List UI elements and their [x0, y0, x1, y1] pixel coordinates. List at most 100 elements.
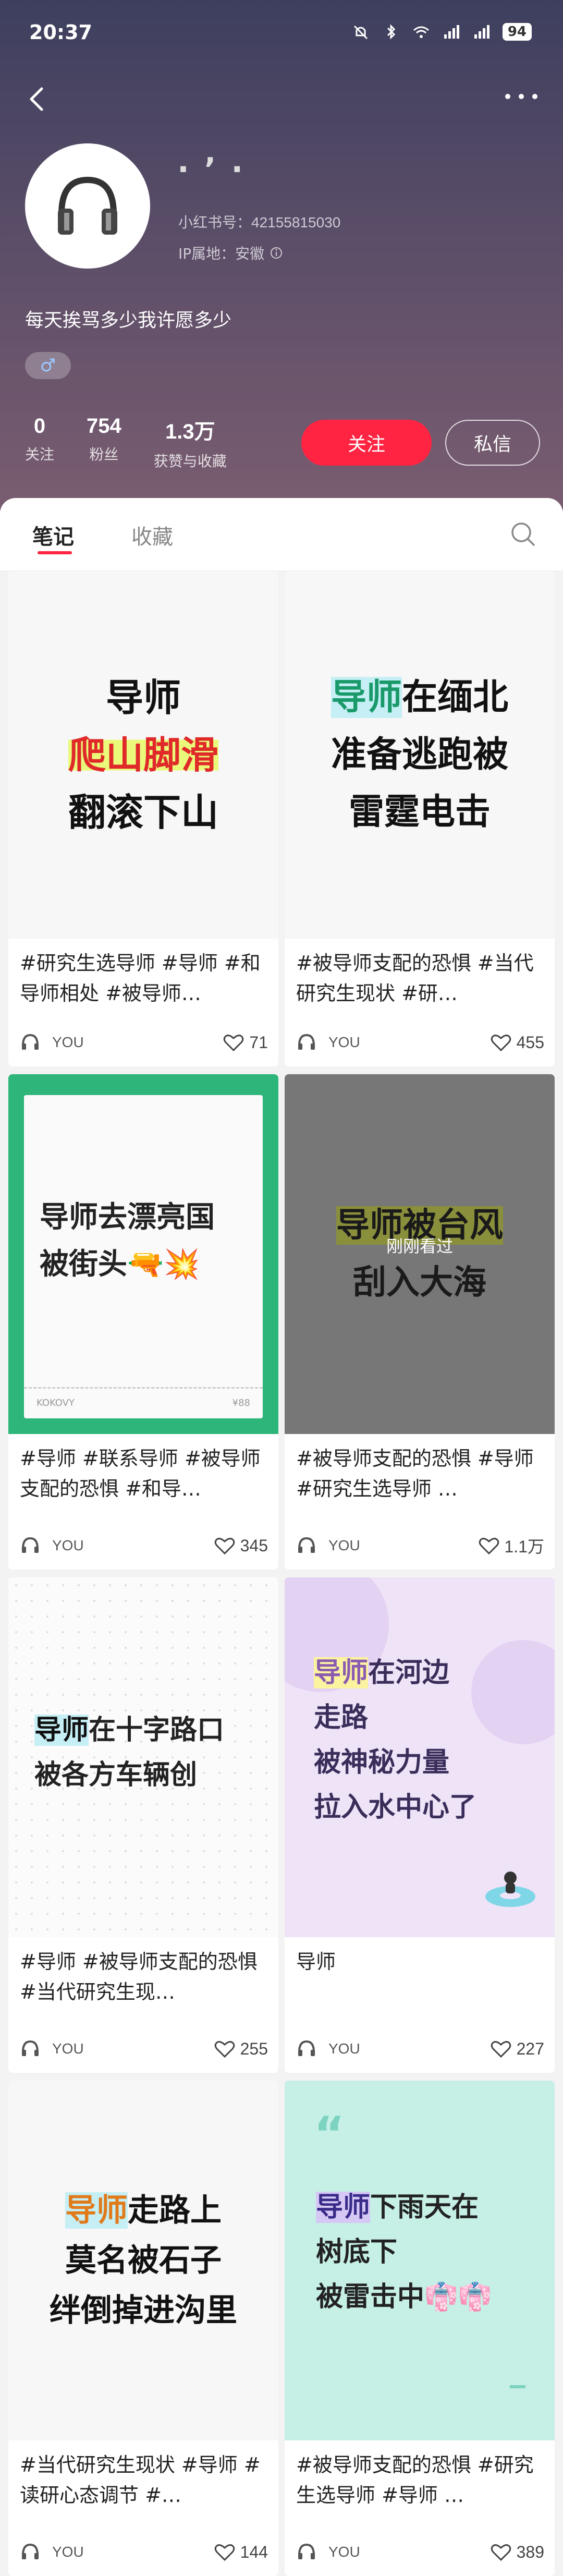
author-name: YOU: [52, 2544, 84, 2560]
author-avatar-icon: [22, 1537, 39, 1553]
cover-line: 绊倒掉进沟里: [50, 2292, 237, 2329]
cover-line: 被各方车辆创: [34, 1759, 198, 1791]
ip-location: IP属地：安徽: [178, 242, 283, 263]
message-button[interactable]: 私信: [445, 420, 540, 466]
note-card[interactable]: 导师在缅北 准备逃跑被 雷霆电击 #被导师支配的恐惧 #当代研究生现状 #研… …: [285, 571, 555, 1066]
note-title: 导师: [296, 1950, 336, 1973]
note-footer: YOU 1.1万: [296, 1534, 544, 1557]
stat-num: 754: [87, 415, 121, 438]
stat-likes[interactable]: 1.3万 获赞与收藏: [154, 415, 227, 471]
cover-line-highlight: 导师: [314, 1657, 369, 1688]
bluetooth-icon: [387, 24, 395, 40]
note-title: #被导师支配的恐惧 #当代研究生现状 #研…: [296, 952, 534, 1005]
note-card[interactable]: “ 导师下雨天在 树底下 被雷击中👘👘 #被导师支配的恐惧 #研究生选导师 #导…: [285, 2081, 555, 2576]
heart-icon: [214, 1538, 235, 1555]
author-avatar-icon: [22, 2040, 39, 2056]
cover-line: 下雨天在: [370, 2192, 479, 2223]
stat-label: 获赞与收藏: [153, 453, 227, 470]
author-name: YOU: [328, 2040, 360, 2057]
content-tabs: 笔记 收藏: [0, 498, 563, 571]
note-title: #导师 #联系导师 #被导师支配的恐惧 #和导…: [20, 1447, 261, 1500]
quote-icon: “: [314, 2107, 345, 2161]
cover-line: 走路: [314, 1702, 369, 1733]
cover-line: 被神秘力量: [314, 1747, 450, 1778]
author-name: YOU: [52, 1034, 84, 1050]
avatar[interactable]: [25, 143, 150, 269]
bio: 每天挨骂多少我许愿多少: [25, 310, 232, 331]
like-button[interactable]: 144: [214, 2543, 268, 2562]
stat-label: 粉丝: [89, 446, 119, 463]
note-card[interactable]: KOKOVY ¥88 导师去漂亮国 被街头🔫💥 #导师 #联系导师 #被导师支配…: [8, 1074, 278, 1570]
like-count: 455: [516, 1032, 544, 1052]
status-time: 20:37: [29, 21, 92, 44]
ticket-price: ¥88: [232, 1398, 250, 1408]
note-cover: 导师走路上 莫名被石子 绊倒掉进沟里: [8, 2081, 278, 2440]
info-icon[interactable]: [270, 246, 283, 260]
like-button[interactable]: 345: [214, 1536, 268, 1556]
note-card[interactable]: 导师走路上 莫名被石子 绊倒掉进沟里 #当代研究生现状 #导师 #读研心态调节 …: [8, 2081, 278, 2576]
author-name: YOU: [328, 1034, 360, 1050]
stat-following[interactable]: 0 关注: [25, 415, 54, 471]
note-card[interactable]: 导师 爬山脚滑 翻滚下山 #研究生选导师 #导师 #和导师相处 #被导师… YO…: [8, 571, 278, 1066]
note-footer: YOU 71: [20, 1031, 268, 1054]
back-icon[interactable]: [21, 83, 52, 115]
cover-text: 导师在河边 走路 被神秘力量 拉入水中心了: [314, 1650, 476, 1830]
note-card[interactable]: 导师在十字路口 被各方车辆创 #导师 #被导师支配的恐惧 #当代研究生现… YO…: [8, 1577, 278, 2073]
cover-line-highlight: 导师: [331, 676, 402, 718]
wifi-icon: [413, 26, 429, 38]
cover-text: 导师去漂亮国 被街头🔫💥: [40, 1194, 215, 1288]
note-cover: 导师被台风 刮入大海 刚刚看过: [285, 1074, 555, 1434]
cover-line: 在十字路口: [89, 1715, 225, 1746]
author-avatar-icon: [298, 2543, 315, 2559]
stat-fans[interactable]: 754 粉丝: [87, 415, 121, 471]
note-title: #被导师支配的恐惧 #导师 #研究生选导师 …: [296, 1447, 534, 1500]
profile-header: 20:37 94 · ’ · 小红书号：42155815030 IP属地：安徽 …: [0, 0, 563, 511]
status-bar: 20:37 94: [0, 0, 563, 73]
note-title: #被导师支配的恐惧 #研究生选导师 #导师 …: [296, 2453, 534, 2507]
author-avatar-icon: [298, 1034, 315, 1050]
author-avatar-icon: [298, 1537, 315, 1553]
heart-icon: [491, 2544, 511, 2561]
author-avatar-icon: [298, 2040, 315, 2056]
recently-viewed-tag: 刚刚看过: [386, 1236, 453, 1256]
tab-indicator: [38, 551, 72, 554]
note-footer: YOU 227: [296, 2037, 544, 2060]
like-count: 144: [240, 2542, 268, 2561]
cover-line: 走路上: [128, 2192, 222, 2229]
notes-feed: 导师 爬山脚滑 翻滚下山 #研究生选导师 #导师 #和导师相处 #被导师… YO…: [0, 571, 563, 2576]
like-button[interactable]: 389: [491, 2543, 544, 2562]
search-icon[interactable]: [509, 520, 537, 548]
like-button[interactable]: 255: [214, 2039, 268, 2059]
cover-line: 拉入水中心了: [314, 1792, 477, 1823]
cover-line-highlight: 导师: [34, 1715, 89, 1746]
cover-text: 导师下雨天在 树底下 被雷击中👘👘: [316, 2185, 492, 2319]
profile-stats: 0 关注 754 粉丝 1.3万 获赞与收藏: [25, 415, 227, 471]
cover-line: 刮入大海: [353, 1263, 486, 1302]
tab-collect[interactable]: 收藏: [131, 520, 173, 550]
heart-icon: [224, 1035, 244, 1052]
like-button[interactable]: 455: [491, 1033, 544, 1052]
note-footer: YOU 255: [20, 2037, 268, 2060]
note-card[interactable]: 导师被台风 刮入大海 刚刚看过 #被导师支配的恐惧 #导师 #研究生选导师 … …: [285, 1074, 555, 1570]
cover-line: 导师: [105, 675, 181, 720]
like-button[interactable]: 227: [491, 2039, 544, 2059]
more-icon[interactable]: [500, 86, 542, 107]
cover-line: 树底下: [316, 2237, 398, 2268]
note-cover: 导师在十字路口 被各方车辆创: [8, 1577, 278, 1937]
author-avatar-icon: [22, 1034, 39, 1050]
cover-text: 导师 爬山脚滑 翻滚下山: [68, 669, 218, 841]
author-name: YOU: [52, 1537, 84, 1553]
battery-indicator: 94: [502, 23, 532, 41]
note-card[interactable]: 导师在河边 走路 被神秘力量 拉入水中心了 导师 YOU 227: [285, 1577, 555, 2073]
like-count: 227: [516, 2039, 544, 2058]
like-count: 71: [249, 1032, 268, 1052]
signal-icon: [444, 25, 459, 39]
like-count: 255: [240, 2039, 268, 2058]
note-title: #导师 #被导师支配的恐惧 #当代研究生现…: [20, 1950, 258, 2003]
gender-badge: ♂: [25, 352, 71, 379]
like-button[interactable]: 71: [223, 1033, 268, 1052]
tab-notes[interactable]: 笔记: [32, 520, 74, 550]
follow-button[interactable]: 关注: [301, 420, 432, 466]
note-title: #当代研究生现状 #导师 #读研心态调节 #…: [20, 2453, 261, 2507]
like-button[interactable]: 1.1万: [479, 1534, 544, 1558]
